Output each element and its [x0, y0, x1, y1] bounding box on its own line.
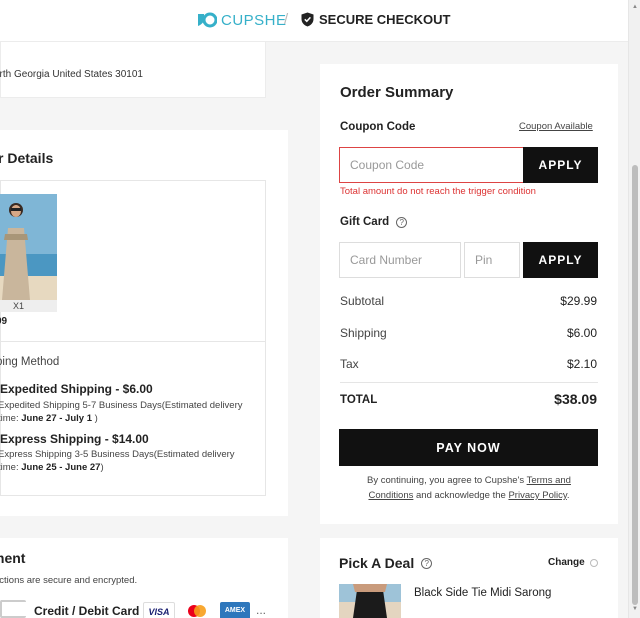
gift-card-heading: Gift Card ?: [340, 216, 408, 228]
shipping-option-express-desc: Express Shipping 3-5 Business Days(Estim…: [0, 448, 260, 474]
pick-a-deal-heading: Pick A Deal ?: [339, 555, 433, 571]
change-deal-button[interactable]: Change: [548, 557, 598, 568]
shipping-desc-dates: June 27 - July 1: [21, 413, 92, 424]
subtotal-value: $29.99: [560, 294, 597, 308]
order-details-title: r Details: [0, 150, 54, 166]
visa-icon: VISA: [143, 602, 175, 618]
legal-prefix: By continuing, you agree to Cupshe's: [367, 475, 527, 486]
card-radio-icon[interactable]: [0, 600, 26, 618]
coupon-available-link[interactable]: Coupon Available: [519, 121, 593, 132]
help-icon[interactable]: ?: [396, 216, 408, 228]
total-label: TOTAL: [340, 394, 378, 406]
help-icon[interactable]: ?: [421, 557, 433, 569]
divider: [0, 341, 266, 342]
shipping-option-expedited[interactable]: Expedited Shipping - $6.00: [0, 382, 153, 396]
quantity-badge: X1: [0, 300, 57, 312]
gift-card-pin-input[interactable]: [464, 242, 520, 278]
deal-product-image[interactable]: [339, 584, 401, 618]
shipping-desc-text: Express Shipping 3-5 Business Days(Estim…: [0, 449, 235, 460]
scroll-down-arrow-icon[interactable]: ▼: [632, 606, 638, 612]
credit-debit-card-label[interactable]: Credit / Debit Card: [34, 604, 139, 618]
shipping-option-express[interactable]: Express Shipping - $14.00: [0, 432, 149, 446]
scroll-up-arrow-icon[interactable]: ▲: [632, 4, 638, 10]
gift-card-number-input[interactable]: [339, 242, 461, 278]
brand-name: CUPSHE: [221, 11, 287, 29]
checkout-header: CUPSHE / SECURE CHECKOUT: [0, 0, 628, 42]
apply-gift-card-button[interactable]: APPLY: [523, 242, 598, 278]
shipping-option-expedited-desc: Expedited Shipping 5-7 Business Days(Est…: [0, 399, 260, 425]
shipping-value: $6.00: [566, 326, 597, 340]
coupon-code-label: Coupon Code: [340, 121, 416, 133]
shipping-desc-time-label: time:: [0, 413, 22, 424]
legal-end: .: [566, 490, 570, 501]
change-label: Change: [548, 557, 585, 568]
coupon-error-message: Total amount do not reach the trigger co…: [340, 186, 536, 197]
header-separator: /: [284, 11, 289, 28]
pay-now-button[interactable]: PAY NOW: [339, 429, 598, 466]
total-value: $38.09: [554, 391, 597, 407]
subtotal-label: Subtotal: [340, 294, 385, 308]
radio-icon[interactable]: [589, 558, 598, 567]
legal-mid: and acknowledge the: [413, 490, 509, 501]
address-line: orth Georgia United States 30101: [0, 69, 143, 80]
shipping-label: Shipping: [340, 326, 387, 340]
mastercard-icon: [185, 602, 209, 618]
pick-a-deal-title: Pick A Deal: [339, 555, 415, 571]
legal-text: By continuing, you agree to Cupshe's Ter…: [352, 473, 586, 503]
shipping-desc-suffix: ): [92, 413, 98, 424]
secure-checkout: SECURE CHECKOUT: [301, 12, 450, 27]
payment-secure-text: actions are secure and encrypted.: [0, 575, 138, 586]
order-summary-title: Order Summary: [340, 84, 454, 101]
shipping-desc-suffix: ): [100, 462, 104, 473]
tax-value: $2.10: [566, 357, 597, 371]
secure-checkout-label: SECURE CHECKOUT: [319, 12, 451, 27]
more-brands-icon: ...: [256, 603, 267, 617]
cupshe-logo-icon: [198, 12, 217, 28]
tax-label: Tax: [340, 357, 359, 371]
amex-icon: AMEX: [220, 602, 250, 618]
deal-product-name[interactable]: Black Side Tie Midi Sarong: [414, 587, 551, 599]
shipping-desc-dates: June 25 - June 27: [21, 462, 101, 473]
privacy-policy-link[interactable]: Privacy Policy: [508, 490, 566, 501]
payment-title: ment: [0, 550, 26, 566]
cupshe-logo[interactable]: CUPSHE: [195, 11, 287, 29]
shipping-method-label: ping Method: [0, 356, 60, 368]
shipping-desc-text: Expedited Shipping 5-7 Business Days(Est…: [0, 400, 243, 411]
product-price: 99: [0, 316, 8, 327]
product-image[interactable]: [0, 194, 57, 300]
shipping-desc-time-label: time:: [0, 462, 22, 473]
shield-icon: [301, 12, 314, 27]
scrollbar-thumb[interactable]: [632, 165, 638, 605]
divider: [340, 382, 598, 383]
address-name: ı: [0, 6, 1, 18]
coupon-code-input[interactable]: [339, 147, 525, 183]
gift-card-label: Gift Card: [340, 216, 390, 228]
page-scrollbar[interactable]: ▲ ▼: [628, 0, 640, 618]
apply-coupon-button[interactable]: APPLY: [523, 147, 598, 183]
